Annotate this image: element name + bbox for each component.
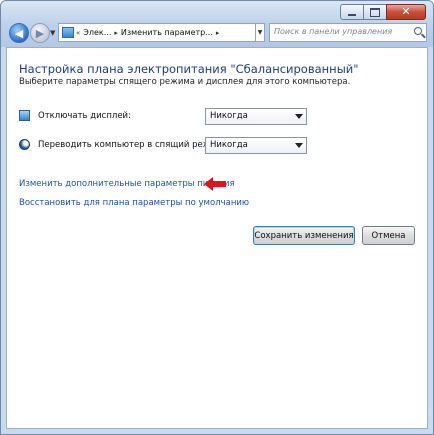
search-icon[interactable] [414,27,422,35]
control-panel-icon [62,27,74,38]
minimize-icon [348,13,356,16]
search-input[interactable]: Поиск в панели управления [269,23,427,42]
breadcrumb-overflow[interactable]: « [76,29,80,37]
search-placeholder: Поиск в панели управления [274,27,393,36]
address-bar[interactable]: « Элек... ▸ Изменить параметр... ▸ [58,23,256,42]
content-pane: Настройка плана электропитания "Сбаланси… [6,47,428,429]
maximize-icon [370,7,380,17]
save-changes-button[interactable]: Сохранить изменения [253,226,355,245]
back-button[interactable]: ◀ [9,23,29,43]
turn-off-display-label: Отключать дисплей: [38,111,131,121]
sleep-moon-icon [19,139,30,150]
chevron-down-icon [295,114,303,119]
breadcrumb-separator-icon[interactable]: ▸ [216,29,220,37]
sleep-label: Переводить компьютер в спящий режим: [38,140,226,150]
window: ✕ ◀ ▶ ▼ « Элек... ▸ Изменить параметр...… [0,0,434,435]
restore-defaults-link[interactable]: Восстановить для плана параметры по умол… [19,198,249,208]
forward-button[interactable]: ▶ [30,23,50,43]
cancel-button[interactable]: Отмена [362,226,415,245]
turn-off-display-value: Никогда [210,111,248,121]
forward-arrow-icon: ▶ [35,26,45,40]
history-dropdown-icon[interactable]: ▼ [50,29,55,37]
address-dropdown-icon[interactable]: ▼ [256,23,265,42]
breadcrumb-item[interactable]: Элек... [83,28,111,37]
breadcrumb-item[interactable]: Изменить параметр... [121,28,213,37]
page-title: Настройка плана электропитания "Сбаланси… [19,62,359,76]
monitor-icon [19,110,30,121]
maximize-button[interactable] [363,4,387,20]
page-subtitle: Выберите параметры спящего режима и дисп… [19,77,351,87]
sleep-select[interactable]: Никогда [205,137,307,154]
minimize-button[interactable] [340,4,364,20]
title-bar: ✕ ◀ ▶ ▼ « Элек... ▸ Изменить параметр...… [1,1,433,47]
turn-off-display-select[interactable]: Никогда [205,108,307,125]
back-arrow-icon: ◀ [14,26,24,40]
window-controls: ✕ [340,4,426,20]
breadcrumb-separator-icon[interactable]: ▸ [114,29,118,37]
advanced-power-settings-link[interactable]: Изменить дополнительные параметры питани… [19,179,235,189]
red-arrow-icon [204,177,226,191]
sleep-value: Никогда [210,140,248,150]
chevron-down-icon [295,143,303,148]
close-button[interactable]: ✕ [386,4,426,20]
close-icon: ✕ [401,5,411,18]
